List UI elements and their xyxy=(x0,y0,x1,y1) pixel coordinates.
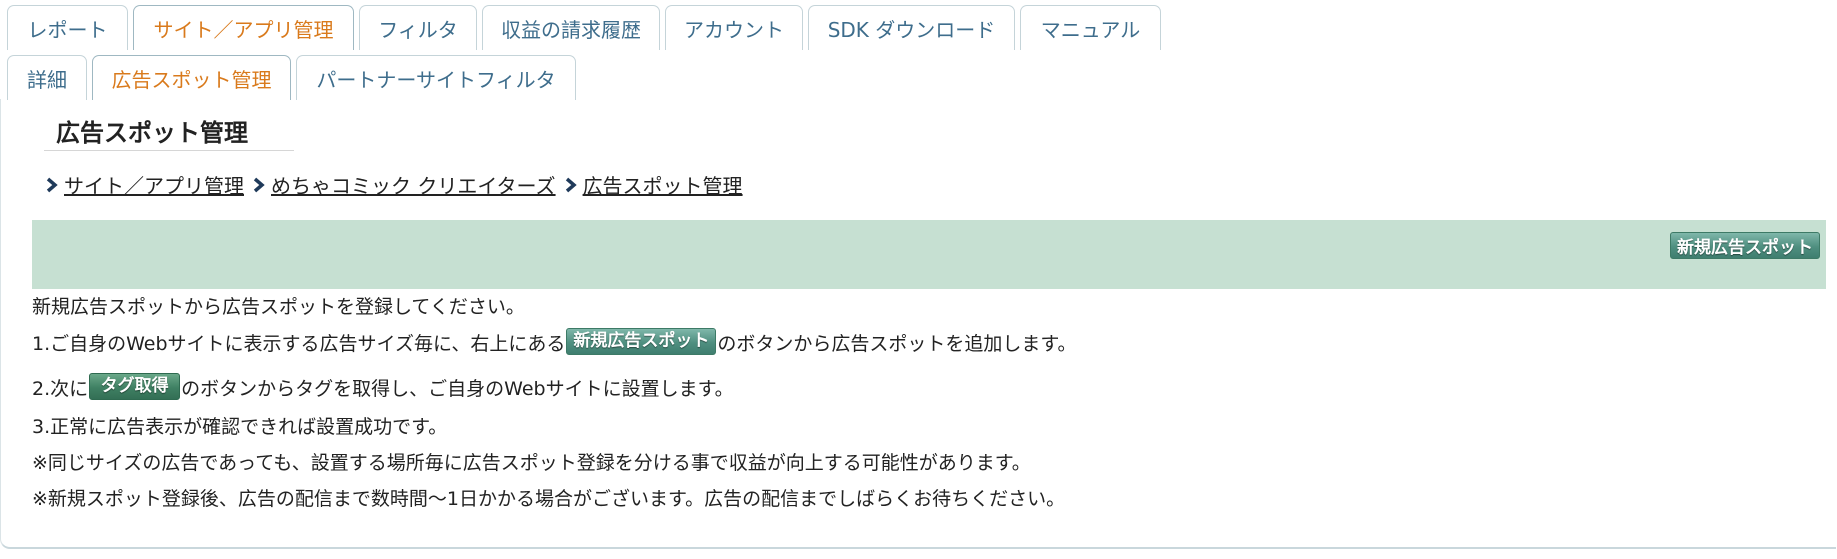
main-tab-bar: レポート サイト／アプリ管理 フィルタ 収益の請求履歴 アカウント SDK ダウ… xyxy=(7,5,1166,50)
tab-manual[interactable]: マニュアル xyxy=(1020,5,1161,50)
title-divider xyxy=(44,150,294,151)
tab-revenue-billing-history[interactable]: 収益の請求履歴 xyxy=(482,5,660,50)
new-ad-spot-button-illustration: 新規広告スポット xyxy=(566,328,717,355)
instruction-text: のボタンからタグを取得し、ご自身のWebサイトに設置します。 xyxy=(181,378,734,400)
instruction-step-2: 2.次に タグ取得 のボタンからタグを取得し、ご自身のWebサイトに設置します。 xyxy=(32,373,734,403)
action-bar: 新規広告スポット xyxy=(32,220,1826,289)
breadcrumb-item: めちゃコミック クリエイターズ xyxy=(252,170,556,199)
chevron-right-icon xyxy=(253,177,265,192)
instruction-note-2: ※新規スポット登録後、広告の配信まで数時間〜1日かかる場合がございます。広告の配… xyxy=(32,488,1066,510)
breadcrumb-link-site-app-management[interactable]: サイト／アプリ管理 xyxy=(64,170,244,199)
instruction-text: のボタンから広告スポットを追加します。 xyxy=(717,333,1077,355)
tab-sdk-download[interactable]: SDK ダウンロード xyxy=(808,5,1015,50)
instruction-note-1: ※同じサイズの広告であっても、設置する場所毎に広告スポット登録を分ける事で収益が… xyxy=(32,452,1031,474)
get-tag-button-illustration: タグ取得 xyxy=(89,373,181,400)
instruction-step-1: 1.ご自身のWebサイトに表示する広告サイズ毎に、右上にある 新規広告スポット のボ… xyxy=(32,328,1077,358)
tab-details[interactable]: 詳細 xyxy=(7,55,87,100)
instruction-text: 2.次に xyxy=(32,378,89,400)
breadcrumb-item: サイト／アプリ管理 xyxy=(45,170,244,199)
tab-report[interactable]: レポート xyxy=(7,5,128,50)
sub-tab-bar: 詳細 広告スポット管理 パートナーサイトフィルタ xyxy=(7,55,581,100)
instruction-text: 1.ご自身のWebサイトに表示する広告サイズ毎に、右上にある xyxy=(32,333,566,355)
chevron-right-icon xyxy=(46,177,58,192)
tab-account[interactable]: アカウント xyxy=(665,5,803,50)
breadcrumb-link-site[interactable]: めちゃコミック クリエイターズ xyxy=(271,170,556,199)
tab-partner-site-filter[interactable]: パートナーサイトフィルタ xyxy=(296,55,576,100)
new-ad-spot-button[interactable]: 新規広告スポット xyxy=(1670,232,1820,259)
tab-site-app-management[interactable]: サイト／アプリ管理 xyxy=(133,5,354,50)
breadcrumb-link-ad-spot-management[interactable]: 広告スポット管理 xyxy=(583,170,743,199)
tab-ad-spot-management[interactable]: 広告スポット管理 xyxy=(92,55,291,100)
breadcrumb: サイト／アプリ管理 めちゃコミック クリエイターズ 広告スポット管理 xyxy=(45,170,751,199)
page-title: 広告スポット管理 xyxy=(56,119,248,147)
instruction-intro: 新規広告スポットから広告スポットを登録してください。 xyxy=(32,296,525,318)
tab-filter[interactable]: フィルタ xyxy=(359,5,477,50)
chevron-right-icon xyxy=(565,177,577,192)
content-panel xyxy=(0,99,1836,549)
instruction-step-3: 3.正常に広告表示が確認できれば設置成功です。 xyxy=(32,416,448,438)
breadcrumb-item: 広告スポット管理 xyxy=(564,170,743,199)
